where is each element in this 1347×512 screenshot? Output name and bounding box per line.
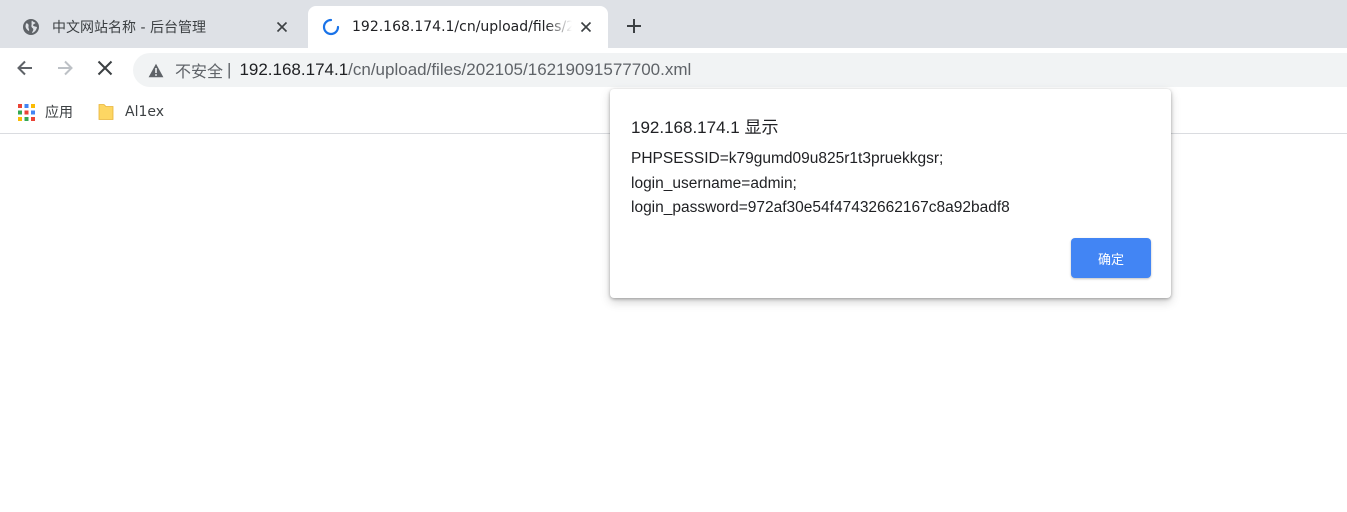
bookmark-apps[interactable]: 应用 <box>17 100 73 124</box>
toolbar: 不安全 | 192.168.174.1 /cn/upload/files/202… <box>0 48 1347 92</box>
bookmark-label: Al1ex <box>125 104 165 120</box>
bookmark-al1ex[interactable]: Al1ex <box>97 100 164 124</box>
dialog-message-line: login_password=972af30e54f47432662167c8a… <box>631 199 1010 216</box>
ok-button[interactable]: 确定 <box>1071 238 1151 278</box>
alert-dialog: 192.168.174.1 显示 PHPSESSID=k79gumd09u825… <box>610 89 1171 298</box>
url-separator: | <box>227 60 232 79</box>
globe-icon <box>22 18 40 36</box>
dialog-title: 192.168.174.1 显示 <box>631 118 779 137</box>
arrow-left-icon <box>16 59 34 81</box>
dialog-message-line: PHPSESSID=k79gumd09u825r1t3pruekkgsr; <box>631 150 944 167</box>
new-tab-button[interactable] <box>618 12 650 44</box>
arrow-right-icon <box>56 59 74 81</box>
plus-icon <box>626 18 642 38</box>
dialog-message-line: login_username=admin; <box>631 174 797 192</box>
url-path: /cn/upload/files/202105/16219091577700.x… <box>348 60 692 79</box>
address-bar[interactable]: 不安全 | 192.168.174.1 /cn/upload/files/202… <box>133 53 1347 87</box>
loading-spinner-icon <box>322 18 340 36</box>
back-button[interactable] <box>9 54 41 86</box>
tab-strip: 中文网站名称 - 后台管理 192.168.174.1/cn/upload/fi… <box>0 0 1347 48</box>
warning-triangle-icon[interactable] <box>147 61 165 79</box>
folder-icon <box>97 103 115 121</box>
close-tab-icon[interactable] <box>572 13 600 41</box>
dialog-message: PHPSESSID=k79gumd09u825r1t3pruekkgsr; lo… <box>631 147 1151 221</box>
bookmark-label: 应用 <box>45 105 73 121</box>
security-label[interactable]: 不安全 <box>175 58 223 82</box>
close-icon <box>97 60 113 80</box>
tab-title: 192.168.174.1/cn/upload/files/202105/162… <box>352 19 572 35</box>
tab-title: 中文网站名称 - 后台管理 <box>52 20 206 36</box>
forward-button[interactable] <box>49 54 81 86</box>
tab-admin[interactable]: 中文网站名称 - 后台管理 <box>8 6 304 48</box>
apps-grid-icon <box>17 103 35 121</box>
close-tab-icon[interactable] <box>268 13 296 41</box>
url-host: 192.168.174.1 <box>239 60 349 79</box>
stop-loading-button[interactable] <box>89 54 121 86</box>
tab-upload-file[interactable]: 192.168.174.1/cn/upload/files/202105/162… <box>308 6 608 48</box>
